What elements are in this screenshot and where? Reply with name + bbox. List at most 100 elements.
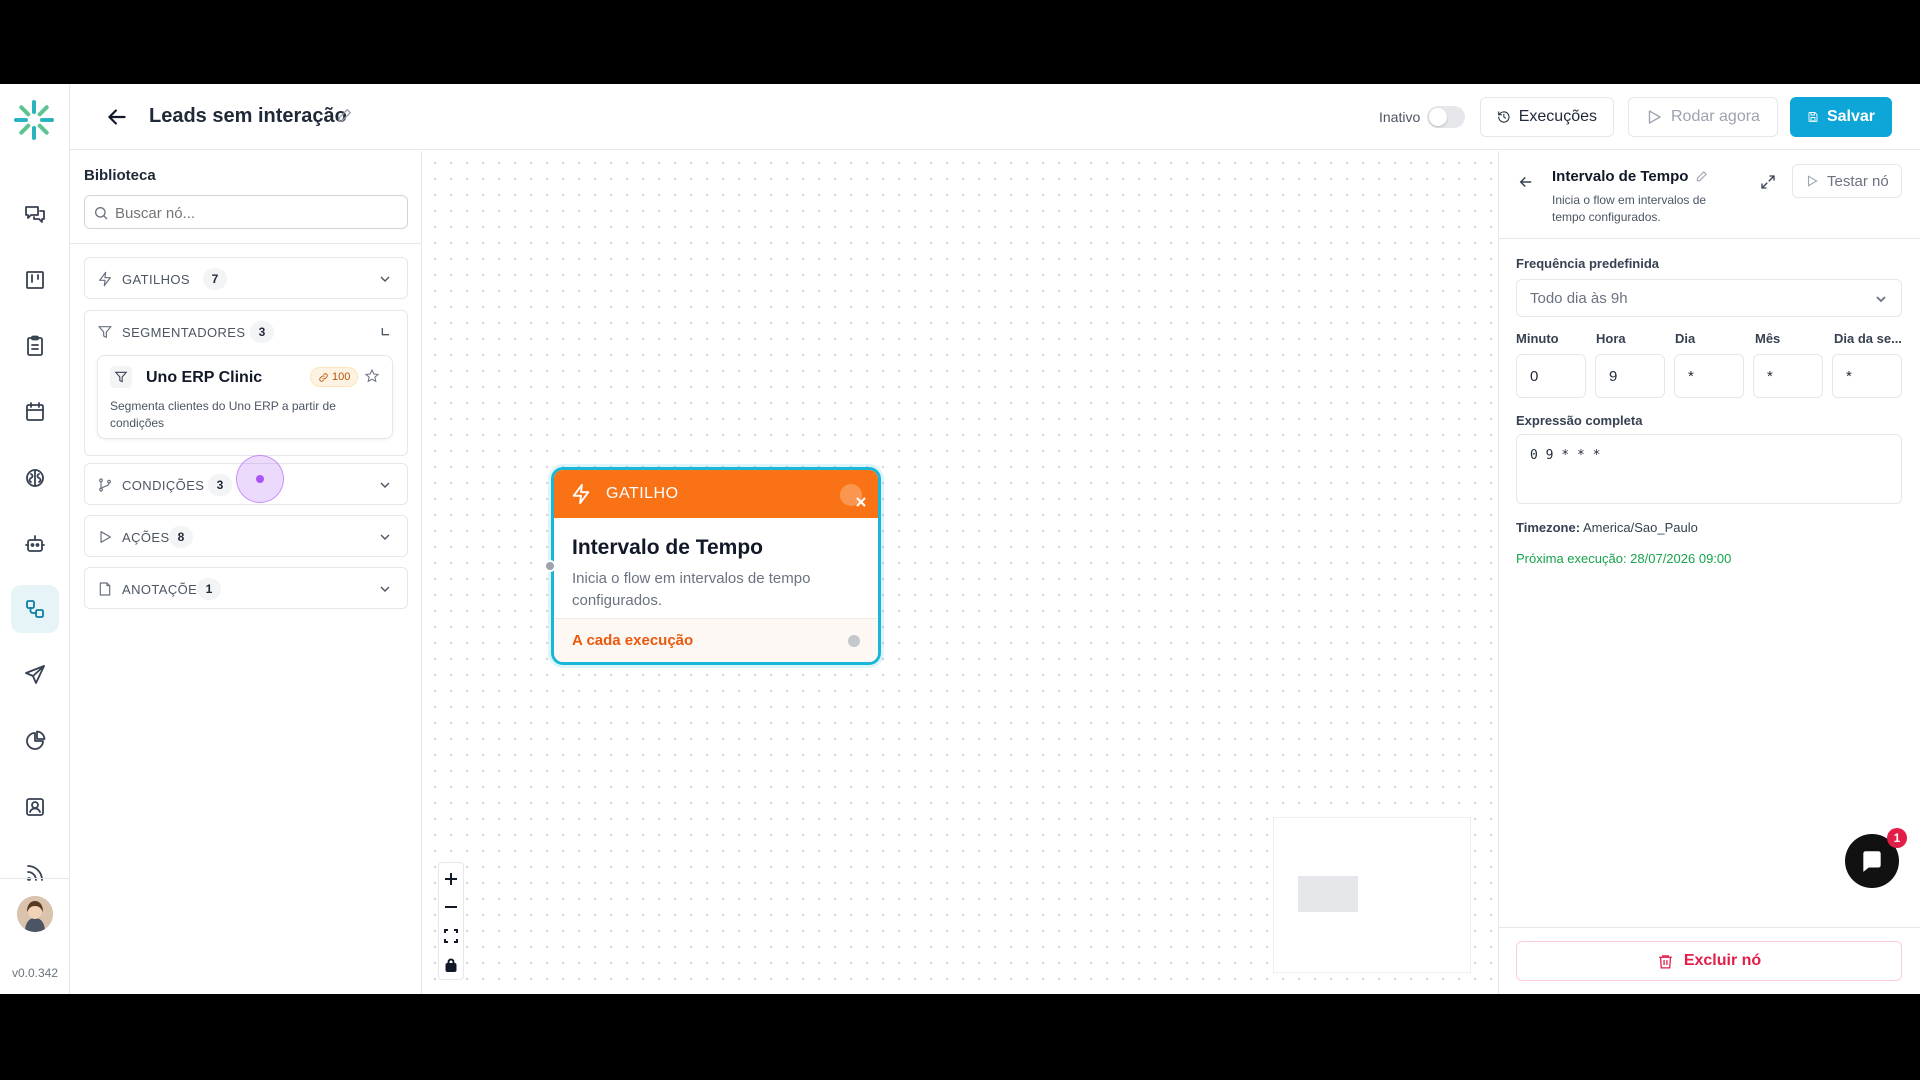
- minus-icon: [445, 906, 457, 908]
- category-label: SEGMENTADORES: [122, 325, 246, 340]
- chat-icon: [25, 206, 45, 223]
- category-acoes[interactable]: AÇÕES 8: [84, 515, 408, 557]
- panel-footer-divider: [1499, 927, 1920, 928]
- node-close-button[interactable]: [840, 484, 866, 507]
- test-node-button[interactable]: Testar nó: [1792, 164, 1902, 198]
- git-branch-icon: [99, 478, 111, 492]
- rail-divider: [0, 878, 70, 879]
- status-label: Inativo: [1379, 109, 1421, 125]
- filter-icon: [114, 371, 128, 383]
- hour-label: Hora: [1596, 331, 1626, 346]
- plus-icon: [445, 873, 457, 885]
- nav-contacts[interactable]: [11, 783, 59, 831]
- input-handle[interactable]: [544, 560, 556, 572]
- chat-bubble-icon: [1863, 851, 1881, 872]
- segment-card-description: Segmenta clientes do Uno ERP a partir de…: [110, 399, 336, 430]
- segment-card-title: Uno ERP Clinic: [146, 369, 263, 386]
- nav-reports[interactable]: [11, 717, 59, 765]
- hour-field[interactable]: 9: [1595, 354, 1665, 398]
- next-execution: Próxima execução: 28/07/2026 09:00: [1516, 551, 1732, 566]
- nav-bot[interactable]: [11, 520, 59, 568]
- library-divider: [70, 243, 422, 244]
- chevron-down-icon[interactable]: [377, 581, 393, 597]
- clipboard-icon: [27, 335, 43, 356]
- frequency-select[interactable]: Todo dia às 9h: [1516, 279, 1902, 317]
- nav-workflows[interactable]: [11, 585, 59, 633]
- fit-view-button[interactable]: [439, 922, 463, 950]
- executions-label: Execuções: [1518, 108, 1597, 125]
- chat-notification-badge: 1: [1887, 828, 1907, 848]
- trigger-node[interactable]: GATILHO Intervalo de Tempo Inicia o flow…: [551, 467, 881, 665]
- day-label: Dia: [1675, 331, 1696, 346]
- node-search-input[interactable]: [115, 202, 395, 224]
- edit-icon[interactable]: [1695, 169, 1709, 183]
- minimap[interactable]: [1273, 817, 1471, 973]
- timezone-info: Timezone: America/Sao_Paulo: [1516, 520, 1698, 535]
- panel-description: Inicia o flow em intervalos de tempo con…: [1552, 193, 1707, 224]
- lock-button[interactable]: [439, 951, 463, 979]
- flow-canvas[interactable]: GATILHO Intervalo de Tempo Inicia o flow…: [423, 151, 1498, 994]
- kanban-icon: [26, 271, 44, 289]
- play-icon: [1648, 110, 1661, 124]
- category-gatilhos[interactable]: GATILHOS 7: [84, 257, 408, 299]
- run-now-button[interactable]: Rodar agora: [1628, 97, 1778, 137]
- cron-expression-field[interactable]: 0 9 * * *: [1516, 434, 1902, 504]
- usage-count: 100: [332, 371, 351, 383]
- flow-title: Leads sem interação: [149, 105, 347, 127]
- fit-view-icon: [444, 929, 458, 943]
- back-arrow-icon[interactable]: [1517, 173, 1535, 191]
- node-type-label: GATILHO: [606, 485, 679, 502]
- weekday-field[interactable]: *: [1832, 354, 1902, 398]
- month-field[interactable]: *: [1753, 354, 1823, 398]
- lock-icon: [445, 958, 457, 972]
- node-title: Intervalo de Tempo: [572, 536, 763, 559]
- zoom-out-button[interactable]: [439, 893, 463, 921]
- node-config-panel: Intervalo de Tempo Inicia o flow em inte…: [1498, 151, 1920, 994]
- category-segmentadores[interactable]: SEGMENTADORES 3 Uno ERP Clinic 100 Segme…: [84, 310, 408, 456]
- save-button[interactable]: Salvar: [1790, 97, 1892, 137]
- node-footer-label: A cada execução: [572, 632, 694, 649]
- segment-node-card[interactable]: Uno ERP Clinic 100 Segmenta clientes do …: [97, 355, 393, 439]
- nav-chat[interactable]: [11, 190, 59, 238]
- day-field[interactable]: *: [1674, 354, 1744, 398]
- nav-campaigns[interactable]: [11, 651, 59, 699]
- delete-node-button[interactable]: Excluir nó: [1516, 941, 1902, 981]
- category-label: GATILHOS: [122, 272, 190, 287]
- nav-brain[interactable]: [11, 454, 59, 502]
- node-library-panel: Biblioteca GATILHOS 7 SEGMENTADORES 3 Un…: [70, 151, 422, 994]
- node-search: [84, 195, 408, 229]
- zap-icon: [99, 271, 111, 287]
- output-handle[interactable]: [848, 635, 860, 647]
- rss-icon: [27, 865, 43, 881]
- node-description: Inicia o flow em intervalos de tempo con…: [572, 570, 811, 609]
- zap-icon: [572, 483, 590, 505]
- timezone-label: Timezone:: [1516, 520, 1581, 535]
- executions-button[interactable]: Execuções: [1480, 97, 1614, 137]
- chevron-down-icon[interactable]: [377, 271, 393, 287]
- category-label: AÇÕES: [122, 530, 170, 545]
- category-label: ANOTAÇÕES: [122, 582, 207, 597]
- history-icon: [1498, 111, 1510, 123]
- back-arrow-icon[interactable]: [104, 104, 130, 130]
- nav-calendar[interactable]: [11, 388, 59, 436]
- weekday-label: Dia da se...: [1834, 331, 1902, 346]
- chevron-up-icon[interactable]: [377, 324, 393, 340]
- chevron-down-icon[interactable]: [377, 529, 393, 545]
- contact-icon: [26, 798, 44, 816]
- nav-clipboard[interactable]: [11, 322, 59, 370]
- edit-title-icon[interactable]: [336, 106, 354, 124]
- user-avatar[interactable]: [17, 896, 53, 932]
- filter-icon: [98, 326, 112, 338]
- nav-feed[interactable]: [11, 849, 59, 897]
- category-anotacoes[interactable]: ANOTAÇÕES 1: [84, 567, 408, 609]
- zoom-in-button[interactable]: [439, 865, 463, 893]
- category-count: 7: [203, 268, 227, 290]
- expand-icon[interactable]: [1759, 173, 1777, 191]
- active-toggle[interactable]: [1427, 106, 1465, 128]
- minute-field[interactable]: 0: [1516, 354, 1586, 398]
- chevron-down-icon[interactable]: [377, 477, 393, 493]
- delete-node-label: Excluir nó: [1683, 952, 1762, 969]
- star-icon[interactable]: [364, 368, 380, 384]
- nav-kanban[interactable]: [11, 256, 59, 304]
- minimap-node: [1298, 876, 1358, 912]
